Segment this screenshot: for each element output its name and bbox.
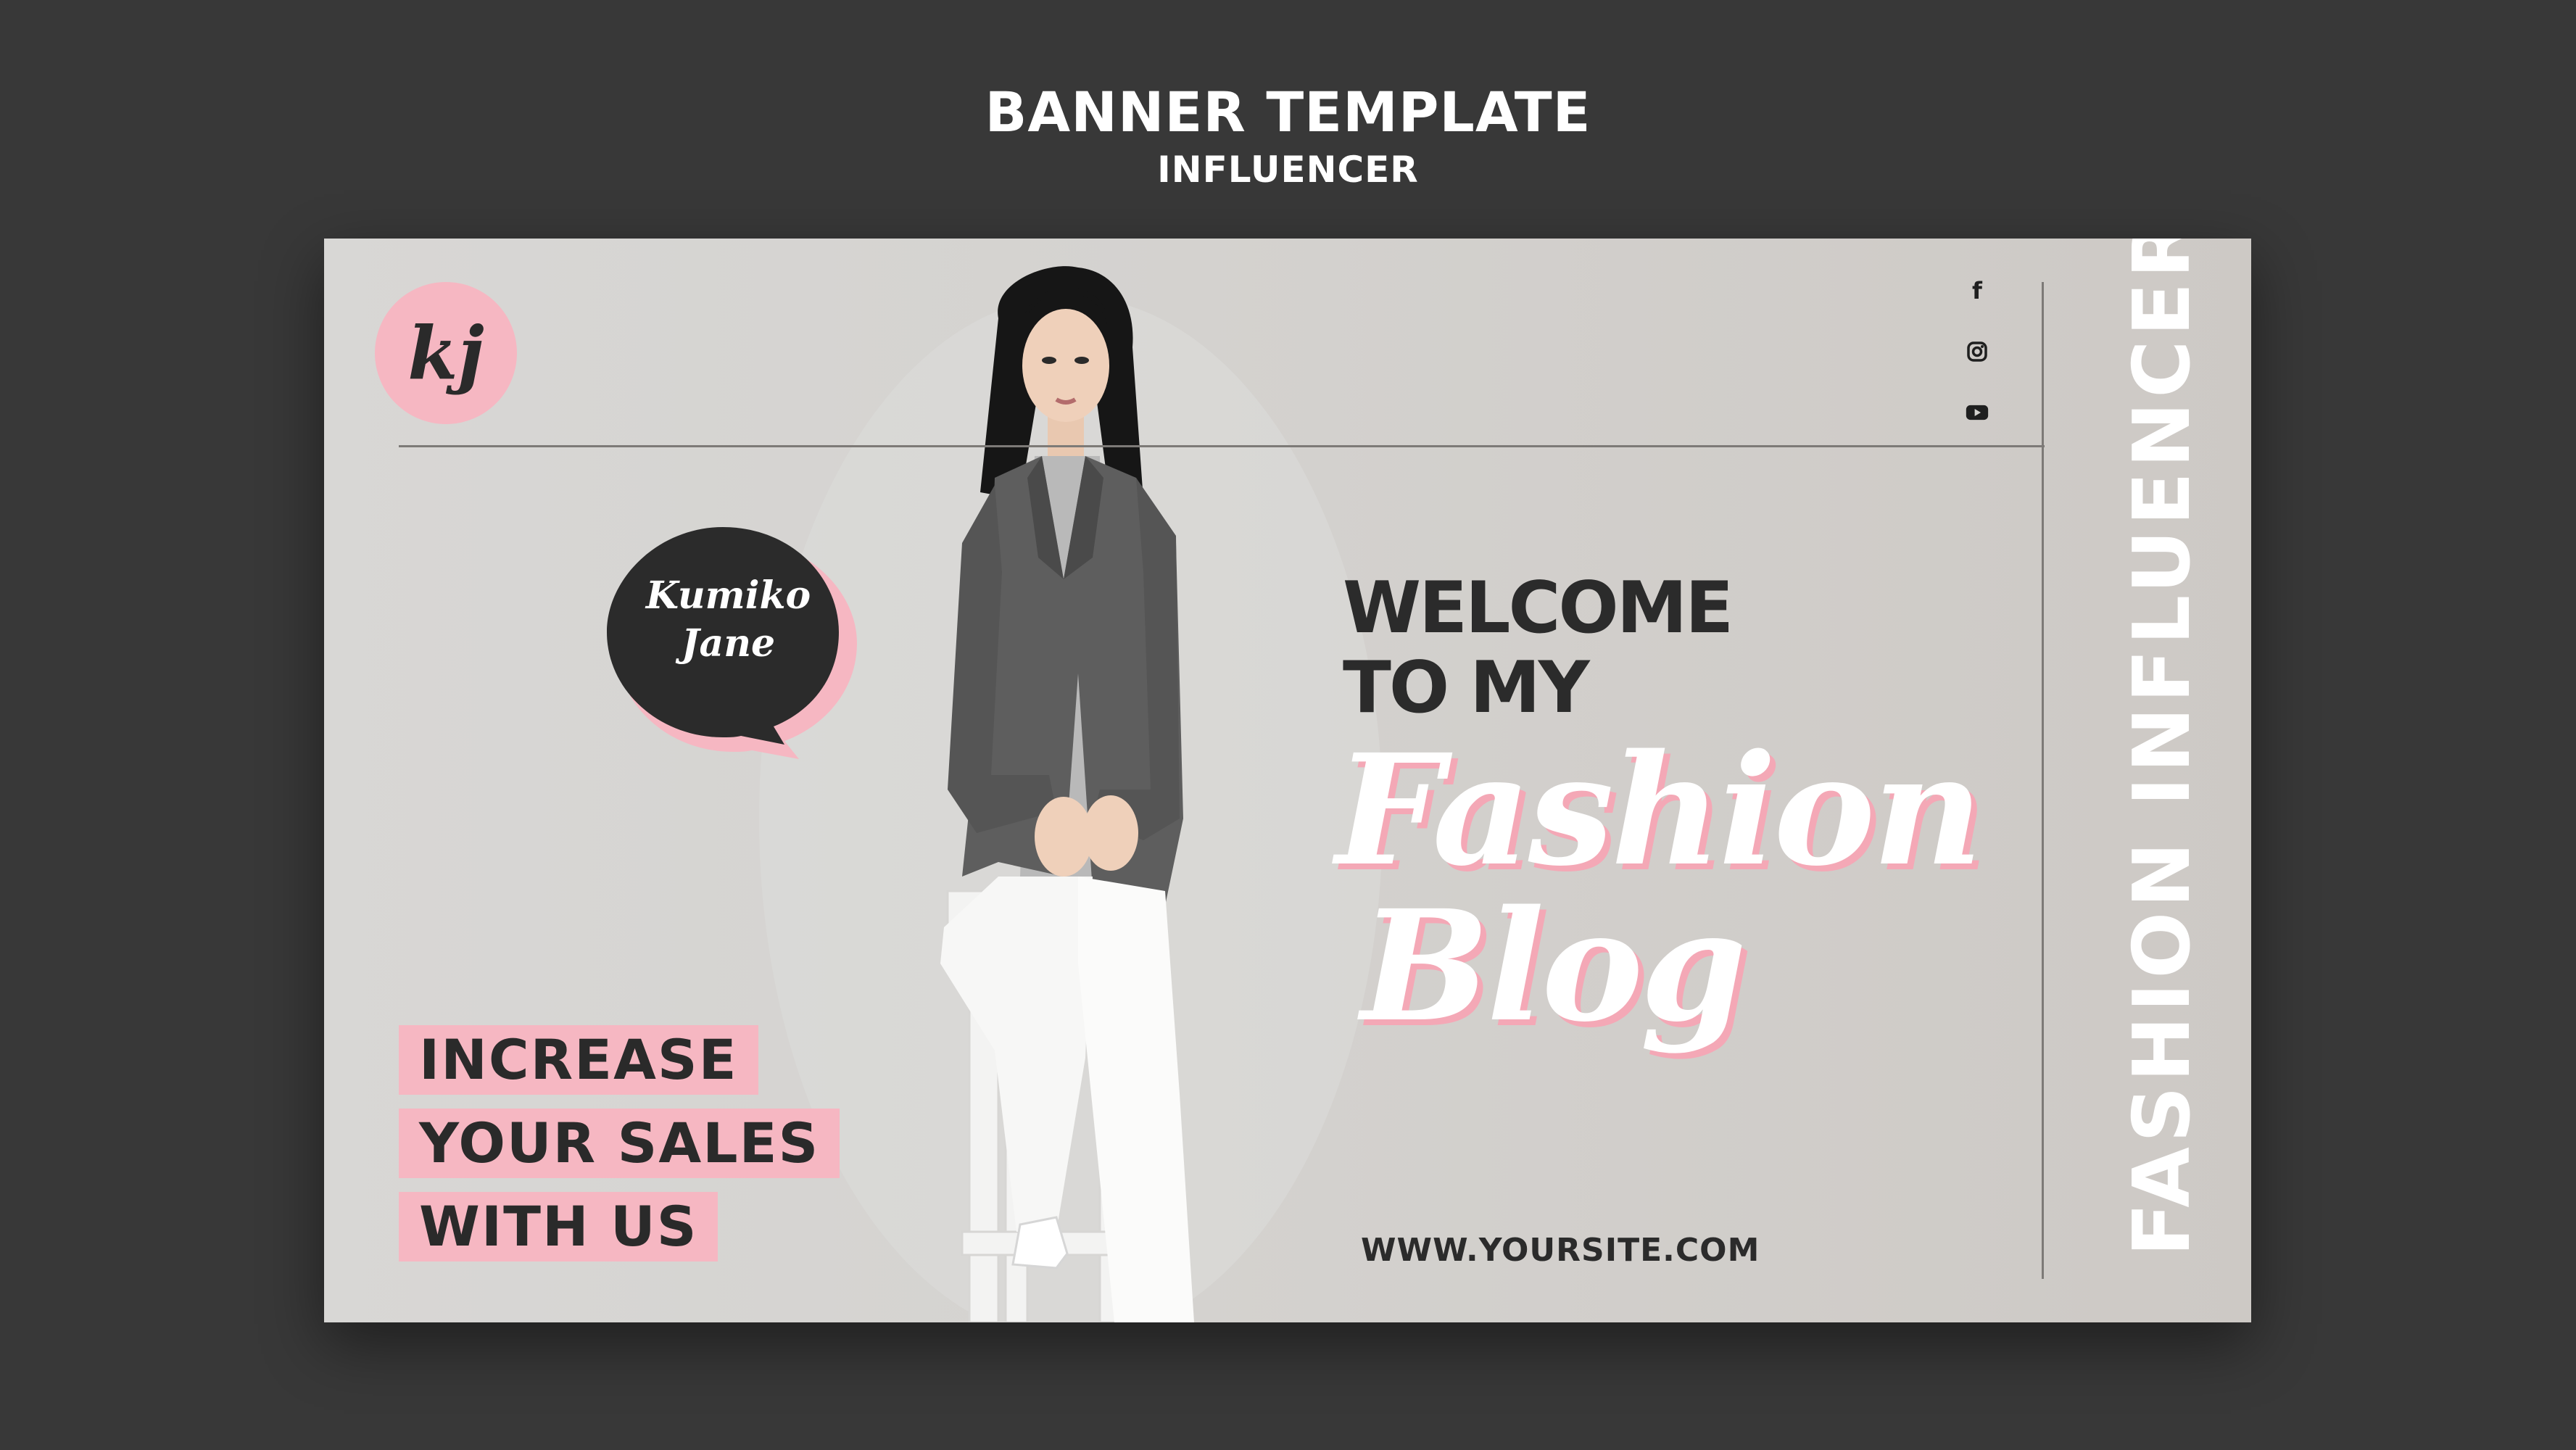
vertical-title: FASHION INFLUENCER: [2117, 239, 2208, 1256]
top-divider: [399, 445, 2045, 447]
welcome-heading: WELCOME TO MY: [1343, 567, 1734, 729]
promo-line: YOUR SALES: [399, 1109, 840, 1178]
page-title: BANNER TEMPLATE: [985, 80, 1591, 144]
welcome-line: TO MY: [1343, 647, 1590, 729]
bubble-first-name: Kumiko: [645, 573, 811, 618]
banner: kj f FASHION INFLUENCER Kumiko Jane INCR…: [324, 239, 2251, 1322]
promo-line: WITH US: [399, 1192, 718, 1262]
welcome-line: WELCOME: [1343, 567, 1734, 650]
script-title-line: Blog: [1361, 877, 1747, 1056]
youtube-icon[interactable]: [1966, 401, 1989, 424]
script-title-line: Fashion: [1335, 721, 1983, 900]
website-link[interactable]: WWW.YOURSITE.COM: [1361, 1232, 1760, 1269]
promo-line: INCREASE: [399, 1025, 758, 1095]
instagram-icon[interactable]: [1966, 340, 1989, 363]
logo-badge: kj: [375, 282, 517, 424]
bubble-last-name: Jane: [681, 621, 776, 666]
facebook-icon[interactable]: f: [1966, 277, 1989, 304]
bubble-name: Kumiko Jane: [625, 572, 832, 668]
side-divider: [2042, 282, 2044, 1279]
page-subtitle: INFLUENCER: [1157, 149, 1419, 191]
